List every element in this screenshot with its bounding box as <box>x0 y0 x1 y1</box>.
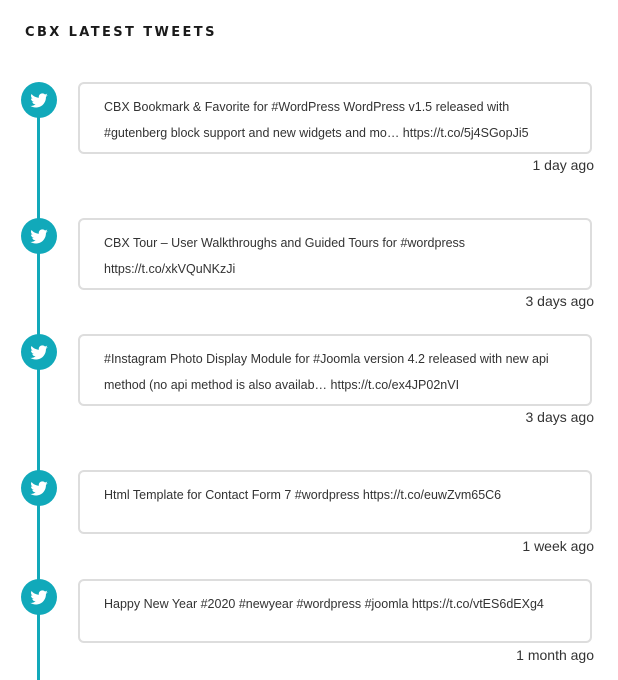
tweet-card[interactable]: CBX Tour – User Walkthroughs and Guided … <box>78 218 592 290</box>
twitter-bird-icon <box>21 334 57 370</box>
twitter-bird-icon <box>21 470 57 506</box>
tweet-text[interactable]: #Instagram Photo Display Module for #Joo… <box>104 346 566 398</box>
tweet-card[interactable]: Happy New Year #2020 #newyear #wordpress… <box>78 579 592 643</box>
tweet-time[interactable]: 1 month ago <box>516 647 594 663</box>
tweet-text[interactable]: Html Template for Contact Form 7 #wordpr… <box>104 482 566 508</box>
widget-title: CBX LATEST TWEETS <box>25 25 217 40</box>
tweet-card[interactable]: Html Template for Contact Form 7 #wordpr… <box>78 470 592 534</box>
tweet-card[interactable]: #Instagram Photo Display Module for #Joo… <box>78 334 592 406</box>
twitter-bird-icon <box>21 218 57 254</box>
tweet-text[interactable]: Happy New Year #2020 #newyear #wordpress… <box>104 591 566 617</box>
tweet-card[interactable]: CBX Bookmark & Favorite for #WordPress W… <box>78 82 592 154</box>
tweet-text[interactable]: CBX Tour – User Walkthroughs and Guided … <box>104 230 566 282</box>
twitter-bird-icon <box>21 82 57 118</box>
twitter-bird-icon <box>21 579 57 615</box>
tweet-time[interactable]: 3 days ago <box>526 409 595 425</box>
tweet-text[interactable]: CBX Bookmark & Favorite for #WordPress W… <box>104 94 566 146</box>
tweet-time[interactable]: 1 day ago <box>533 157 595 173</box>
tweet-time[interactable]: 1 week ago <box>522 538 594 554</box>
tweet-time[interactable]: 3 days ago <box>526 293 595 309</box>
